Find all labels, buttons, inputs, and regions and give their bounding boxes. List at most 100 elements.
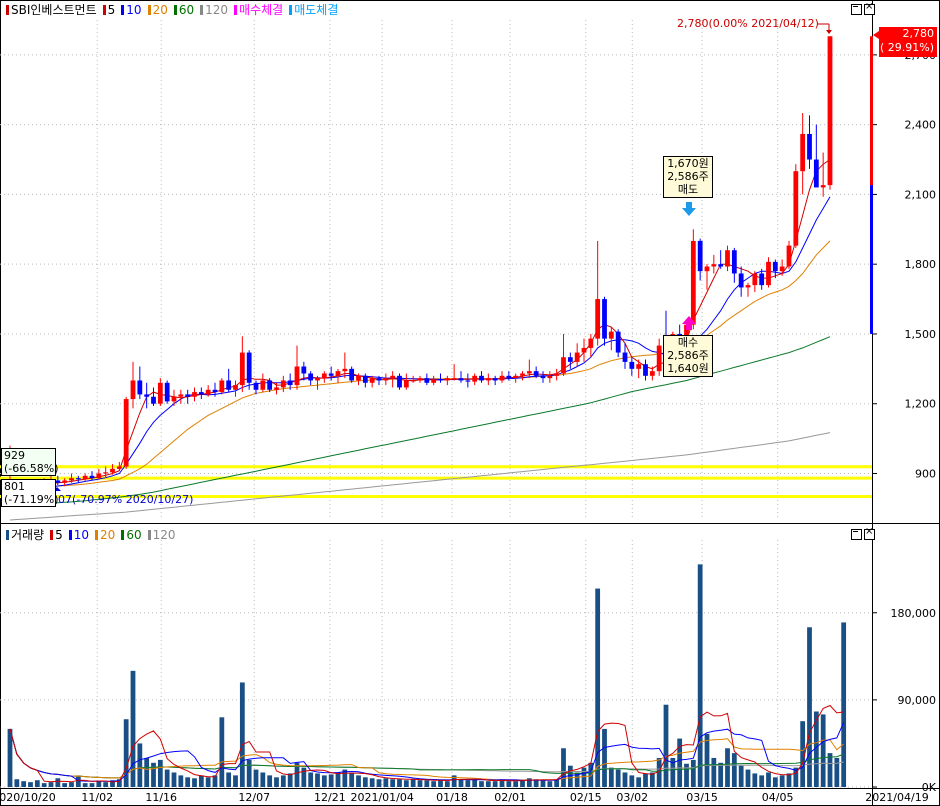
vma120-swatch xyxy=(147,530,151,540)
price-pane-maximize-button[interactable] xyxy=(851,4,862,15)
volume-bar xyxy=(157,759,163,787)
volume-bar xyxy=(205,777,211,787)
vma5-swatch xyxy=(50,530,54,540)
volume-bar xyxy=(636,777,642,787)
x-axis: 2020/10/20 11/02 11/16 12/07 12/21 2021/01/04… xyxy=(0,791,929,804)
volume-bar xyxy=(198,775,204,787)
volume-bar xyxy=(239,682,245,787)
volume-bar xyxy=(820,714,826,787)
candle-body xyxy=(629,361,635,369)
ma120-label: 120 xyxy=(205,3,229,17)
volume-bar xyxy=(48,782,54,787)
volume-bar xyxy=(444,781,450,787)
volume-pane-close-button[interactable] xyxy=(864,526,875,540)
vma60-swatch xyxy=(121,530,125,540)
candle-body xyxy=(513,375,519,379)
candle-body xyxy=(123,399,129,467)
candle-body xyxy=(786,245,792,267)
candle-body xyxy=(137,380,143,395)
volume-bar xyxy=(424,780,430,787)
chart-frame: 9001,2001,5001,8002,1002,4002,700 0K90,0… xyxy=(0,0,940,806)
candle-body xyxy=(192,392,197,397)
buy-label: 매수체결 xyxy=(239,3,284,17)
candle-body xyxy=(157,382,163,404)
x-tick-label: 01/18 xyxy=(436,791,468,804)
level-929-pct: (-66.58%) xyxy=(4,462,59,475)
candle-body xyxy=(274,387,279,390)
volume-axis: 0K90,000180,000 xyxy=(872,607,937,794)
volume-bar xyxy=(690,759,696,787)
candle-body xyxy=(178,394,184,397)
vma20-swatch xyxy=(95,530,99,540)
x-tick-label: 2021/04/19 xyxy=(865,791,928,804)
candle-body xyxy=(540,375,546,379)
candle-body xyxy=(520,373,525,376)
volume-bar xyxy=(615,769,621,787)
candle-body xyxy=(335,371,341,376)
volume-bar xyxy=(417,780,423,787)
volume-bar xyxy=(62,783,68,787)
candle-body xyxy=(55,480,61,483)
price-axis: 9001,2001,5001,8002,1002,4002,700 xyxy=(870,36,936,480)
volume-bar xyxy=(328,774,334,787)
sell-arrow-icon xyxy=(682,202,696,216)
candle-body xyxy=(759,273,765,286)
level-929-value: 929 xyxy=(4,449,25,462)
volume-bar xyxy=(807,627,812,787)
high-marker-icon xyxy=(826,30,832,34)
volume-pane-maximize-button[interactable] xyxy=(851,529,862,540)
ma5-swatch xyxy=(102,5,106,15)
candle-body xyxy=(697,240,703,272)
volume-bar xyxy=(82,783,88,787)
candle-body xyxy=(526,371,532,374)
price-tick-label: 900 xyxy=(915,467,936,480)
volume-bar xyxy=(458,779,464,787)
volume-bar xyxy=(608,767,614,787)
candle-body xyxy=(69,478,74,481)
candle-body xyxy=(267,380,273,390)
price-grid xyxy=(0,0,940,806)
price-pane-close-button[interactable] xyxy=(864,1,875,15)
candle-body xyxy=(144,394,150,397)
volume-bar xyxy=(308,772,314,787)
candle-body xyxy=(362,375,368,383)
volume-bar xyxy=(397,779,402,787)
candle-body xyxy=(574,352,580,362)
x-tick-label: 11/02 xyxy=(81,791,113,804)
volume-bar xyxy=(663,704,669,787)
buy-price: 1,640원 xyxy=(667,362,709,375)
candle-body xyxy=(260,380,266,390)
candle-body xyxy=(622,352,628,362)
highlight-level-line xyxy=(0,476,872,480)
vma5-label: 5 xyxy=(55,528,63,542)
volume-bar xyxy=(410,779,416,787)
candle-body xyxy=(226,380,232,390)
sell-price: 1,670원 xyxy=(667,157,709,170)
price-tick-label: 1,200 xyxy=(905,398,937,411)
level-801-value: 801 xyxy=(4,480,25,493)
candle-body xyxy=(151,396,156,404)
volume-bar xyxy=(766,772,771,787)
candle-body xyxy=(185,394,191,397)
volume-bar xyxy=(479,781,484,787)
candle-body xyxy=(397,375,402,388)
volume-bar xyxy=(226,772,232,787)
volume-bar xyxy=(274,777,279,787)
candle-body xyxy=(602,299,607,339)
volume-bar xyxy=(376,779,382,787)
sell-swatch xyxy=(289,5,293,15)
candle-body xyxy=(581,347,587,353)
volume-name: 거래량 xyxy=(11,528,45,542)
ma60-swatch xyxy=(173,5,177,15)
buy-swatch xyxy=(234,5,238,15)
volume-bar xyxy=(171,772,177,787)
candle-body xyxy=(383,378,389,381)
volume-bar xyxy=(192,778,197,787)
volume-bar xyxy=(315,773,320,787)
candle-body xyxy=(472,375,478,382)
x-tick-label: 12/21 xyxy=(314,791,346,804)
candle-body xyxy=(656,345,662,372)
price-tick-label: 1,500 xyxy=(905,328,937,341)
candle-body xyxy=(403,380,409,388)
price-tick-label: 2,400 xyxy=(905,119,937,132)
